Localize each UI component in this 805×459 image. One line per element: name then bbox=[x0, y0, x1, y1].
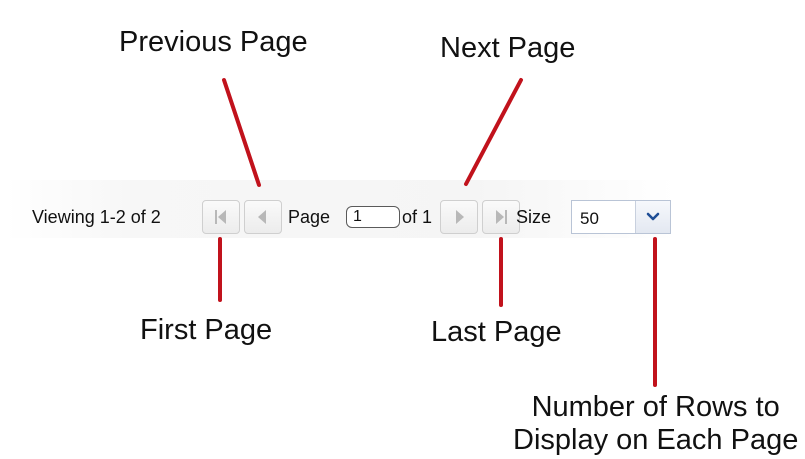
next-page-icon bbox=[456, 210, 464, 224]
record-count-text: Viewing 1-2 of 2 bbox=[32, 207, 161, 227]
previous-page-callout: Previous Page bbox=[119, 26, 308, 58]
dropdown-button[interactable] bbox=[635, 201, 670, 233]
previous-page-button[interactable] bbox=[244, 200, 282, 234]
first-page-button[interactable] bbox=[202, 200, 240, 234]
page-number-input[interactable] bbox=[346, 206, 400, 228]
last-page-icon bbox=[496, 210, 507, 224]
rows-per-page-callout-line1: Number of Rows to bbox=[531, 391, 780, 423]
annotated-pager-diagram: Viewing 1-2 of 2 Page of 1 Si bbox=[0, 0, 805, 459]
rows-per-page-callout-line2: Display on Each Page bbox=[513, 424, 799, 457]
first-page-icon bbox=[215, 210, 226, 224]
page-size-value: 50 bbox=[580, 209, 599, 228]
page-size-select[interactable]: 50 bbox=[571, 200, 671, 234]
last-page-callout: Last Page bbox=[431, 316, 562, 348]
pager-toolbar: Viewing 1-2 of 2 Page of 1 Si bbox=[6, 180, 676, 238]
next-page-button[interactable] bbox=[440, 200, 478, 234]
page-label: Page bbox=[288, 207, 331, 227]
previous-page-icon bbox=[258, 210, 266, 224]
chevron-down-icon bbox=[646, 212, 660, 221]
first-page-callout: First Page bbox=[140, 314, 273, 346]
rows-per-page-callout: Number of Rows to Display on Each Page bbox=[513, 391, 798, 458]
next-page-leader bbox=[464, 78, 523, 186]
page-total-text: of 1 bbox=[402, 207, 433, 227]
previous-page-leader bbox=[222, 78, 261, 187]
size-label: Size bbox=[516, 207, 552, 227]
last-page-button[interactable] bbox=[482, 200, 520, 234]
next-page-callout: Next Page bbox=[440, 32, 576, 64]
